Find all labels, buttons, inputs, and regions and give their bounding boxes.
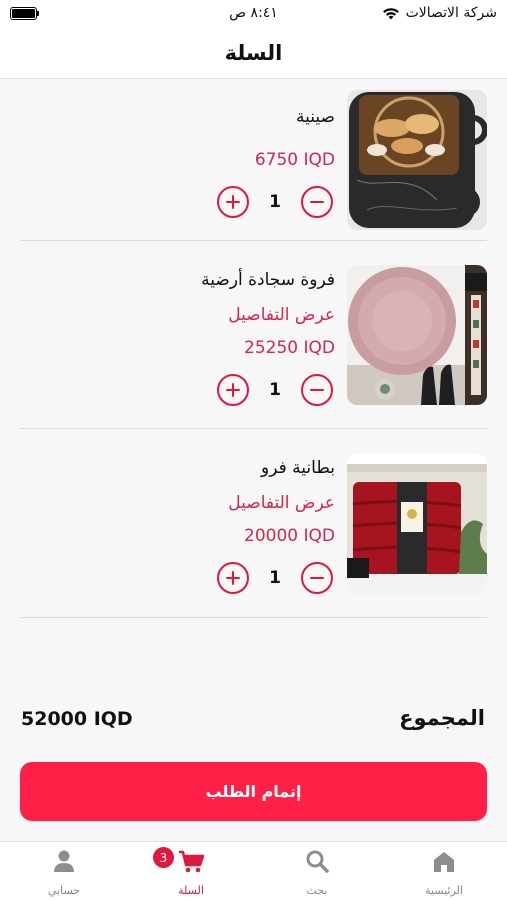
checkout-button[interactable]: إتمام الطلب (20, 762, 487, 821)
total-label: المجموع (399, 706, 485, 730)
cart-icon (179, 850, 205, 873)
product-image-blanket[interactable] (347, 454, 487, 594)
battery-icon (10, 7, 37, 20)
nav-label: الرئيسية (425, 884, 463, 897)
divider (20, 428, 487, 429)
nav-label: حسابي (47, 884, 81, 897)
product-image-tray[interactable] (347, 90, 487, 230)
nav-item-cart[interactable]: 3 السلة (141, 842, 241, 900)
nav-label: السلة (178, 884, 204, 897)
product-price: 20000 IQD (244, 526, 335, 546)
increase-quantity-button[interactable] (217, 562, 249, 594)
nav-item-home[interactable]: الرئيسية (394, 842, 494, 900)
decrease-quantity-button[interactable] (301, 562, 333, 594)
divider (20, 617, 487, 618)
product-name: صينية (296, 107, 335, 127)
bottom-nav: الرئيسية بحث 3 السلة حسابي (0, 841, 507, 900)
quantity-value: 1 (269, 192, 281, 212)
increase-quantity-button[interactable] (217, 186, 249, 218)
quantity-value: 1 (269, 568, 281, 588)
nav-label: بحث (306, 884, 328, 897)
home-icon (434, 852, 454, 872)
product-price: 6750 IQD (254, 150, 335, 170)
total-value: 52000 IQD (21, 708, 133, 730)
decrease-quantity-button[interactable] (301, 374, 333, 406)
view-details-link[interactable]: عرض التفاصيل (228, 493, 335, 513)
header: السلة (0, 28, 507, 79)
search-icon (306, 850, 329, 873)
cart-badge: 3 (153, 847, 174, 868)
user-icon (54, 850, 74, 872)
product-name: بطانية فرو (261, 458, 335, 478)
quantity-value: 1 (269, 380, 281, 400)
divider (20, 240, 487, 241)
minus-icon (310, 576, 324, 580)
increase-quantity-button[interactable] (217, 374, 249, 406)
view-details-link[interactable]: عرض التفاصيل (228, 305, 335, 325)
nav-item-account[interactable]: حسابي (14, 842, 114, 900)
minus-icon (310, 388, 324, 392)
nav-item-search[interactable]: بحث (267, 842, 367, 900)
decrease-quantity-button[interactable] (301, 186, 333, 218)
minus-icon (310, 200, 324, 204)
status-bar: شركة الاتصالات ٨:٤١ ص (0, 0, 507, 28)
product-name: فروة سجادة أرضية (201, 270, 335, 290)
page-title: السلة (224, 41, 283, 65)
product-price: 25250 IQD (244, 338, 335, 358)
product-image-rug[interactable] (347, 265, 487, 405)
battery-tip (37, 11, 39, 16)
checkout-label: إتمام الطلب (205, 782, 302, 801)
status-time: ٨:٤١ ص (229, 5, 278, 21)
